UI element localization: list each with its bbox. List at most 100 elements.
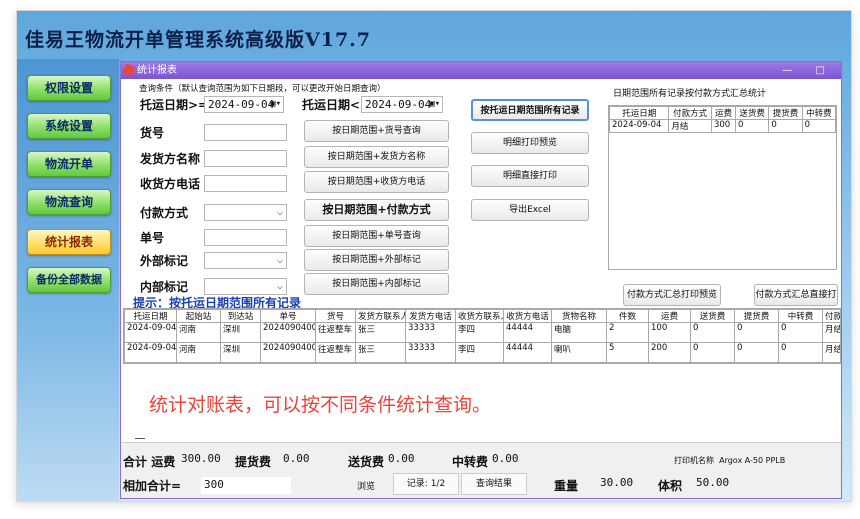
pay-summary-print-button[interactable]: 付款方式汇总直接打印 [754, 284, 838, 320]
column-header[interactable]: 付款 [822, 309, 840, 323]
payment-label: 付款方式 [140, 206, 189, 220]
table-cell: 0 [778, 342, 823, 363]
column-header[interactable]: 运费 [710, 106, 737, 120]
table-cell: 电脑 [551, 322, 607, 343]
freight-total: 300.00 [181, 452, 221, 465]
column-header[interactable]: 收货方电话 [503, 309, 552, 323]
query-receiver-phone-button[interactable]: 按日期范围+收货方电话 [304, 171, 449, 193]
nav-permissions-button[interactable]: 权限设置 [27, 75, 111, 101]
query-payment-button[interactable]: 按日期范围+付款方式 [304, 199, 449, 221]
table-cell: 月结 [822, 322, 840, 343]
column-header[interactable]: 发货方联系人 [355, 309, 406, 323]
query-order-button[interactable]: 按日期范围+单号查询 [304, 225, 449, 247]
table-cell: 300 [710, 119, 737, 133]
table-cell: 河南 [176, 322, 221, 343]
detail-print-button[interactable]: 明细直接打印 [471, 165, 589, 187]
table-cell: 0 [690, 342, 735, 363]
weight-total: 30.00 [600, 476, 634, 489]
table-cell: 月结 [822, 342, 840, 363]
column-header[interactable]: 单号 [260, 309, 316, 323]
summary-table[interactable]: 托运日期 付款方式 运费 送货费 提货费 中转费 2024-09-04 月结 300 0 0 0 [608, 105, 837, 270]
column-header[interactable]: 货物名称 [551, 309, 607, 323]
query-external-button[interactable]: 按日期范围+外部标记 [304, 249, 449, 271]
detail-preview-button[interactable]: 明细打印预览 [471, 132, 589, 154]
column-header[interactable]: 送货费 [735, 106, 770, 120]
pay-summary-preview-button[interactable]: 付款方式汇总打印预览 [623, 284, 721, 306]
record-navigator[interactable]: 记录: 1/2 [393, 473, 459, 495]
records-table[interactable]: 托运日期起始站到达站单号货号发货方联系人发货方电话收货方联系人收货方电话货物名称… [123, 308, 841, 364]
column-header[interactable]: 发货方电话 [405, 309, 456, 323]
query-internal-button[interactable]: 按日期范围+内部标记 [304, 273, 449, 295]
table-cell: 5 [606, 342, 649, 363]
goods-input[interactable] [204, 124, 287, 141]
table-cell: 202409040001 [260, 342, 316, 363]
table-cell: 李四 [455, 342, 504, 363]
table-cell: 李四 [455, 322, 504, 343]
external-tag-label: 外部标记 [140, 254, 189, 268]
pickup-total: 0.00 [283, 452, 310, 465]
table-row[interactable]: 2024-09-04河南深圳202409040001往返整车张三33333李四4… [124, 342, 840, 363]
column-header[interactable]: 到达站 [220, 309, 261, 323]
nav-backup-button[interactable]: 备份全部数据 [27, 267, 111, 293]
column-header[interactable]: 托运日期 [124, 309, 177, 323]
sum-label: 相加合计= [123, 479, 182, 493]
table-cell: 往返整车 [315, 322, 356, 343]
column-header[interactable]: 提货费 [734, 309, 779, 323]
transfer-label: 中转费 [452, 455, 489, 469]
table-cell: 200 [648, 342, 691, 363]
query-shipper-button[interactable]: 按日期范围+发货方名称 [304, 146, 449, 168]
window-controls[interactable]: — □ [782, 62, 835, 79]
volume-total: 50.00 [696, 476, 730, 489]
payment-select[interactable] [204, 204, 287, 221]
table-cell: 44444 [503, 322, 552, 343]
column-header[interactable]: 托运日期 [608, 106, 670, 120]
table-cell: 深圳 [220, 342, 261, 363]
summary-row[interactable]: 2024-09-04 月结 300 0 0 0 [608, 119, 837, 133]
column-header[interactable]: 提货费 [768, 106, 803, 120]
window-title: 统计报表 [137, 65, 177, 76]
table-cell: 0 [801, 119, 837, 133]
table-cell: 33333 [405, 342, 456, 363]
table-cell: 2 [606, 322, 649, 343]
table-cell: 往返整车 [315, 342, 356, 363]
column-header[interactable]: 中转费 [801, 106, 837, 120]
export-excel-button[interactable]: 导出Excel [471, 199, 589, 221]
table-cell: 0 [690, 322, 735, 343]
nav-create-order-button[interactable]: 物流开单 [27, 151, 111, 177]
external-tag-select[interactable] [204, 252, 287, 269]
totals-bar: 合计 运费 300.00 提货费 0.00 送货费 0.00 中转费 0.00 … [121, 442, 841, 498]
column-header[interactable]: 件数 [606, 309, 649, 323]
table-cell: 2024-09-04 [124, 322, 177, 343]
query-result-label: 查询结果 [461, 473, 527, 495]
calendar-icon[interactable]: ▣▾ [270, 97, 281, 112]
calendar-icon[interactable]: ▣▾ [429, 97, 440, 112]
receiver-phone-input[interactable] [204, 175, 287, 192]
nav-reports-button[interactable]: 统计报表 [27, 229, 111, 255]
nav-settings-button[interactable]: 系统设置 [27, 113, 111, 139]
date-to-input[interactable]: 2024-09-04 ▣▾ [361, 96, 443, 113]
order-no-label: 单号 [140, 231, 165, 245]
order-no-input[interactable] [204, 229, 287, 246]
printer-info: 打印机名称 Argox A-50 PPLB [674, 456, 786, 465]
column-header[interactable]: 中转费 [778, 309, 823, 323]
report-window: 统计报表 — □ 查询条件（默认查询范围为如下日期段，可以更改开始日期查询） 托… [120, 61, 842, 499]
column-header[interactable]: 运费 [648, 309, 691, 323]
shipper-input[interactable] [204, 150, 287, 167]
nav-query-button[interactable]: 物流查询 [27, 189, 111, 215]
date-from-input[interactable]: 2024-09-04 ▣▾ [204, 96, 284, 113]
column-header[interactable]: 付款方式 [668, 106, 712, 120]
column-header[interactable]: 收货方联系人 [455, 309, 504, 323]
table-row[interactable]: 2024-09-04河南深圳202409040001往返整车张三33333李四4… [124, 322, 840, 343]
query-goods-button[interactable]: 按日期范围+货号查询 [304, 120, 449, 142]
table-cell: 100 [648, 322, 691, 343]
query-all-records-button[interactable]: 按托运日期范围所有记录 [471, 99, 589, 121]
internal-tag-select[interactable] [204, 278, 287, 295]
column-header[interactable]: 货号 [315, 309, 356, 323]
table-cell: 2024-09-04 [124, 342, 177, 363]
table-cell: 河南 [176, 342, 221, 363]
goods-label: 货号 [140, 126, 165, 140]
column-header[interactable]: 送货费 [690, 309, 735, 323]
column-header[interactable]: 起始站 [176, 309, 221, 323]
table-cell: 44444 [503, 342, 552, 363]
table-cell: 月结 [668, 119, 712, 133]
